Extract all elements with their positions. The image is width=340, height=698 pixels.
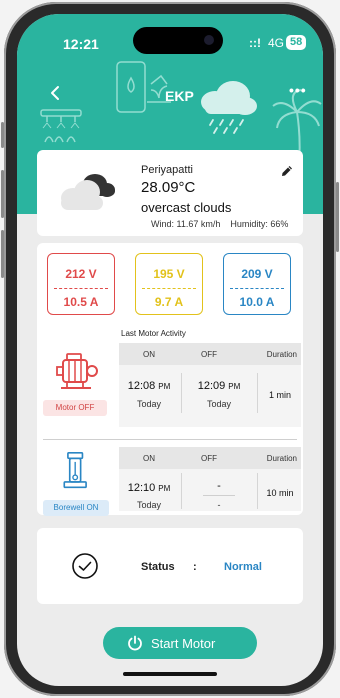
side-button [1, 230, 4, 278]
table-header: ON OFF Duration [119, 447, 301, 469]
status-bar: 12:21 ::! 4G 58 [17, 14, 323, 58]
column-on: ON [143, 350, 155, 359]
motor-off-day: Today [206, 399, 232, 409]
smartphone-farm-icon [116, 61, 171, 113]
battery-icon: 58 [286, 35, 307, 50]
weather-city: Periyapatti [141, 164, 193, 176]
side-button [336, 182, 339, 252]
motor-icon [56, 353, 98, 389]
divider [257, 373, 258, 413]
column-duration: Duration [266, 350, 297, 359]
motor-on-day: Today [136, 399, 162, 409]
side-button [1, 122, 4, 148]
dynamic-island [133, 27, 223, 54]
divider [230, 288, 284, 289]
rain-cloud-icon [201, 81, 257, 134]
power-icon [128, 635, 142, 651]
column-on: ON [143, 454, 155, 463]
sprinkler-icon [40, 109, 82, 143]
column-off: OFF [201, 454, 217, 463]
status-separator: : [193, 561, 197, 573]
borewell-activity-table: ON OFF Duration 12:10 PM Today - - 10 mi… [119, 447, 301, 511]
status-time: 12:21 [63, 36, 99, 52]
motor-on-time: 12:08 PM [127, 380, 171, 392]
motor-duration: 1 min [268, 390, 291, 400]
phase-y-voltage: 195 V [153, 267, 185, 281]
home-indicator[interactable] [123, 672, 217, 676]
start-motor-label: Start Motor [151, 636, 216, 651]
status-card: Status : Normal [37, 528, 303, 604]
phase-b-voltage: 209 V [241, 267, 273, 281]
borewell-duration: 10 min [266, 488, 294, 498]
page-title: EKP [165, 88, 194, 104]
table-header: ON OFF Duration [119, 343, 301, 365]
column-off: OFF [201, 350, 217, 359]
motor-activity-table: ON OFF Duration 12:08 PM Today 12:09 PM … [119, 343, 301, 427]
start-motor-button[interactable]: Start Motor [103, 627, 257, 659]
phase-b-reading: 209 V 10.0 A [223, 253, 291, 315]
divider [181, 473, 182, 509]
phase-b-current: 10.0 A [239, 295, 275, 309]
weather-temperature: 28.09°C [141, 179, 196, 196]
weather-humidity: Humidity: 66% [230, 219, 289, 229]
app-screen: 12:21 ::! 4G 58 EKP ••• Periyapatti 28.0… [17, 14, 323, 686]
phone-frame: 12:21 ::! 4G 58 EKP ••• Periyapatti 28.0… [1, 2, 339, 696]
motor-off-time: 12:09 PM [197, 380, 241, 392]
motor-status-badge: Motor OFF [43, 400, 107, 416]
weather-wind: Wind: 11.67 km/h [151, 219, 221, 229]
divider [257, 473, 258, 509]
divider [181, 373, 182, 413]
divider [142, 288, 196, 289]
borewell-on-day: Today [136, 500, 162, 510]
check-circle-icon [72, 553, 98, 579]
side-button [1, 170, 4, 218]
divider [203, 495, 235, 496]
phase-r-current: 10.5 A [63, 295, 99, 309]
camera-icon [204, 35, 214, 45]
last-motor-activity-title: Last Motor Activity [121, 329, 186, 338]
back-icon[interactable] [47, 84, 65, 102]
borewell-off-time: - [217, 480, 221, 492]
divider [54, 288, 108, 289]
more-options-icon[interactable]: ••• [289, 82, 307, 98]
borewell-icon [63, 452, 87, 489]
borewell-on-time: 12:10 PM [127, 482, 171, 494]
phase-y-current: 9.7 A [154, 295, 184, 309]
network-type: 4G [268, 36, 285, 50]
motor-panel: 212 V 10.5 A 195 V 9.7 A 209 V 10.0 A La… [37, 243, 303, 516]
weather-description: overcast clouds [141, 200, 232, 215]
borewell-off-day: - [217, 500, 221, 510]
borewell-status-badge: Borewell ON [43, 500, 109, 516]
cloud-icon [61, 174, 115, 210]
phase-r-reading: 212 V 10.5 A [47, 253, 115, 315]
status-label: Status [141, 561, 175, 573]
status-value: Normal [224, 561, 262, 573]
column-duration: Duration [266, 454, 297, 463]
signal-icon: ::! [249, 36, 261, 50]
edit-icon[interactable] [280, 164, 294, 178]
weather-card: Periyapatti 28.09°C overcast clouds Wind… [37, 150, 303, 236]
phase-y-reading: 195 V 9.7 A [135, 253, 203, 315]
weather-meta: Wind: 11.67 km/h Humidity: 66% [151, 219, 288, 229]
section-divider [43, 439, 297, 440]
phase-r-voltage: 212 V [65, 267, 97, 281]
